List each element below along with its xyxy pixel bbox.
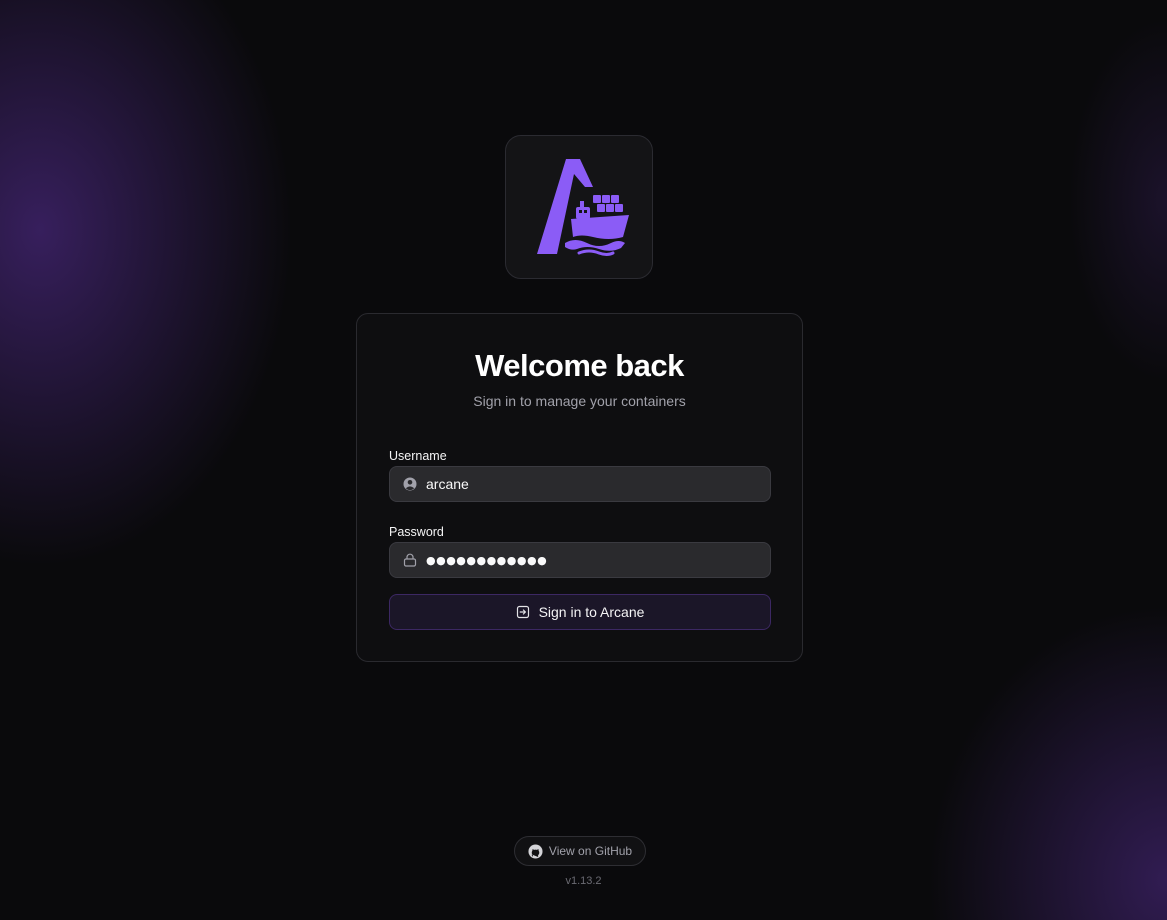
login-page: Welcome back Sign in to manage your cont… (0, 0, 1167, 920)
app-logo (505, 135, 653, 279)
lock-icon (403, 553, 417, 567)
username-field[interactable] (389, 466, 771, 502)
password-input[interactable] (417, 543, 770, 577)
password-label: Password (389, 525, 444, 539)
page-title: Welcome back (475, 348, 684, 383)
github-link[interactable]: View on GitHub (514, 836, 646, 866)
arcane-ship-logo-icon (537, 159, 629, 256)
github-icon (528, 843, 543, 859)
user-circle-icon (403, 477, 417, 491)
page-subtitle: Sign in to manage your containers (473, 393, 686, 409)
username-label: Username (389, 449, 447, 463)
sign-in-button-label: Sign in to Arcane (538, 604, 645, 620)
version-label: v1.13.2 (565, 875, 602, 887)
login-card: Welcome back Sign in to manage your cont… (356, 313, 803, 662)
github-link-label: View on GitHub (548, 844, 633, 858)
password-field[interactable] (389, 542, 771, 578)
username-input[interactable] (417, 467, 770, 501)
sign-in-button[interactable]: Sign in to Arcane (389, 594, 771, 630)
login-icon (516, 605, 529, 619)
